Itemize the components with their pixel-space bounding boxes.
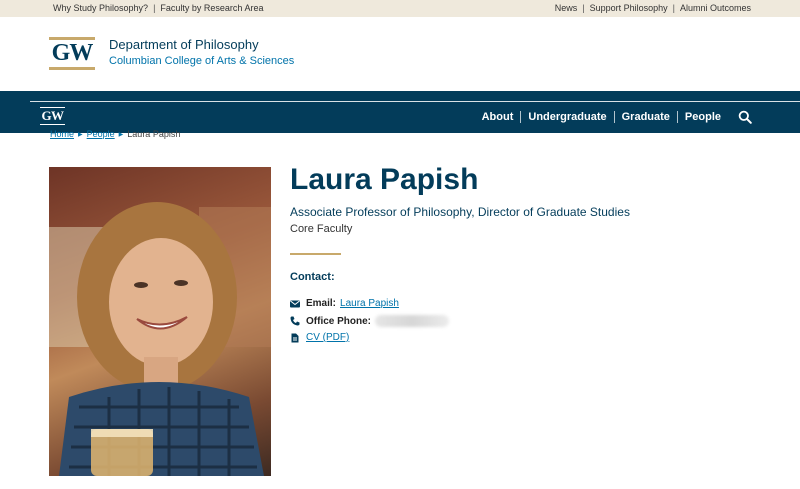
email-label: Email: bbox=[306, 298, 337, 309]
breadcrumb-current: Laura Papish bbox=[127, 129, 181, 139]
phone-number-redacted bbox=[375, 315, 450, 327]
contact-heading: Contact: bbox=[290, 271, 335, 283]
profile-title: Associate Professor of Philosophy, Direc… bbox=[290, 205, 630, 219]
nav-gw-logo[interactable]: GW bbox=[40, 107, 65, 125]
utility-separator: | bbox=[153, 3, 156, 13]
utility-link-why-study[interactable]: Why Study Philosophy? bbox=[53, 3, 148, 13]
phone-icon bbox=[290, 316, 300, 326]
main-nav: GW About Undergraduate Graduate People bbox=[0, 91, 800, 133]
email-row: Email: Laura Papish bbox=[290, 298, 399, 309]
document-icon bbox=[291, 333, 299, 342]
nav-item-people[interactable]: People bbox=[678, 111, 728, 123]
nav-links: About Undergraduate Graduate People bbox=[475, 110, 752, 124]
phone-row: Office Phone: bbox=[290, 315, 450, 327]
gw-logo[interactable]: GW bbox=[49, 37, 95, 70]
nav-top-rule bbox=[30, 101, 800, 102]
breadcrumb-arrow-icon: ▶ bbox=[118, 131, 124, 138]
utility-separator: | bbox=[672, 3, 675, 13]
department-name[interactable]: Department of Philosophy bbox=[109, 37, 259, 52]
phone-label: Office Phone: bbox=[306, 315, 372, 327]
gw-logo-text: GW bbox=[51, 40, 94, 66]
cv-link[interactable]: CV (PDF) bbox=[306, 332, 349, 343]
nav-item-graduate[interactable]: Graduate bbox=[615, 111, 677, 123]
breadcrumb-home[interactable]: Home bbox=[50, 129, 74, 139]
profile-photo bbox=[49, 167, 271, 476]
profile-name: Laura Papish bbox=[290, 163, 479, 196]
nav-item-about[interactable]: About bbox=[475, 111, 521, 123]
email-link[interactable]: Laura Papish bbox=[340, 298, 399, 309]
nav-item-undergraduate[interactable]: Undergraduate bbox=[521, 111, 613, 123]
nav-divider bbox=[613, 111, 615, 123]
utility-link-support[interactable]: Support Philosophy bbox=[590, 3, 668, 13]
utility-separator: | bbox=[582, 3, 585, 13]
envelope-icon bbox=[290, 300, 300, 307]
college-name[interactable]: Columbian College of Arts & Sciences bbox=[109, 55, 294, 67]
breadcrumb: Home ▶ People ▶ Laura Papish bbox=[50, 129, 180, 139]
breadcrumb-people[interactable]: People bbox=[87, 129, 115, 139]
section-divider bbox=[290, 253, 341, 255]
breadcrumb-arrow-icon: ▶ bbox=[78, 131, 83, 138]
utility-links-right: News | Support Philosophy | Alumni Outco… bbox=[555, 3, 751, 13]
utility-bar: Why Study Philosophy? | Faculty by Resea… bbox=[0, 0, 800, 17]
site-header: GW Department of Philosophy Columbian Co… bbox=[0, 17, 800, 91]
faculty-type: Core Faculty bbox=[290, 223, 353, 235]
utility-links-left: Why Study Philosophy? | Faculty by Resea… bbox=[53, 3, 263, 13]
utility-link-faculty-research[interactable]: Faculty by Research Area bbox=[160, 3, 263, 13]
search-icon[interactable] bbox=[738, 110, 752, 124]
utility-link-news[interactable]: News bbox=[555, 3, 578, 13]
profile-photo-illustration bbox=[49, 202, 271, 476]
nav-divider bbox=[520, 111, 522, 123]
utility-link-alumni[interactable]: Alumni Outcomes bbox=[680, 3, 751, 13]
nav-gw-logo-text: GW bbox=[41, 108, 64, 123]
nav-divider bbox=[676, 111, 678, 123]
cv-row: CV (PDF) bbox=[290, 332, 349, 343]
